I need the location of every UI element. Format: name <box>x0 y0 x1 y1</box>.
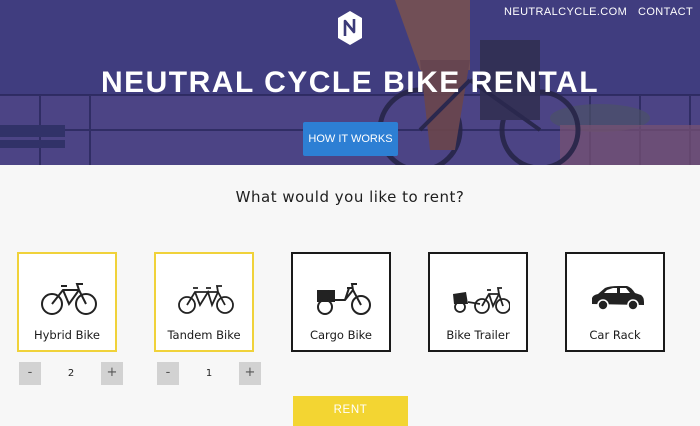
increment-button[interactable]: + <box>101 362 123 385</box>
option-card-car-rack[interactable]: Car Rack <box>565 252 665 352</box>
option-label: Tandem Bike <box>167 328 241 342</box>
decrement-button[interactable]: - <box>19 362 41 385</box>
car-icon <box>592 286 644 311</box>
option-label: Car Rack <box>589 328 641 342</box>
hybrid-bike-icon <box>41 283 97 315</box>
nav-link-contact[interactable]: CONTACT <box>638 6 693 18</box>
option-card-hybrid-bike[interactable]: Hybrid Bike <box>17 252 117 352</box>
quantity-stepper-hybrid-bike[interactable]: - 2 + <box>19 362 123 385</box>
option-card-bike-trailer[interactable]: Bike Trailer <box>428 252 528 352</box>
increment-button[interactable]: + <box>239 362 261 385</box>
option-label: Hybrid Bike <box>33 328 101 342</box>
tandem-bike-icon <box>178 285 234 314</box>
quantity-value: 1 <box>205 368 213 379</box>
cargo-bike-icon <box>317 283 371 315</box>
hero-banner: NEUTRALCYCLE.COM CONTACT NEUTRAL CYCLE B… <box>0 0 700 165</box>
nav-link-neutralcycle[interactable]: NEUTRALCYCLE.COM <box>504 6 627 18</box>
page-title: NEUTRAL CYCLE BIKE RENTAL <box>100 66 600 99</box>
option-card-tandem-bike[interactable]: Tandem Bike <box>154 252 254 352</box>
decrement-button[interactable]: - <box>157 362 179 385</box>
quantity-stepper-tandem-bike[interactable]: - 1 + <box>157 362 261 385</box>
rent-question: What would you like to rent? <box>235 188 465 206</box>
quantity-value: 2 <box>67 368 75 379</box>
rent-button[interactable]: RENT <box>293 396 408 426</box>
option-label: Bike Trailer <box>446 328 510 342</box>
neutral-cycle-logo-icon[interactable] <box>337 10 363 46</box>
option-card-cargo-bike[interactable]: Cargo Bike <box>291 252 391 352</box>
bike-trailer-icon <box>453 287 510 314</box>
how-it-works-button[interactable]: HOW IT WORKS <box>303 122 398 156</box>
option-label: Cargo Bike <box>309 328 372 342</box>
